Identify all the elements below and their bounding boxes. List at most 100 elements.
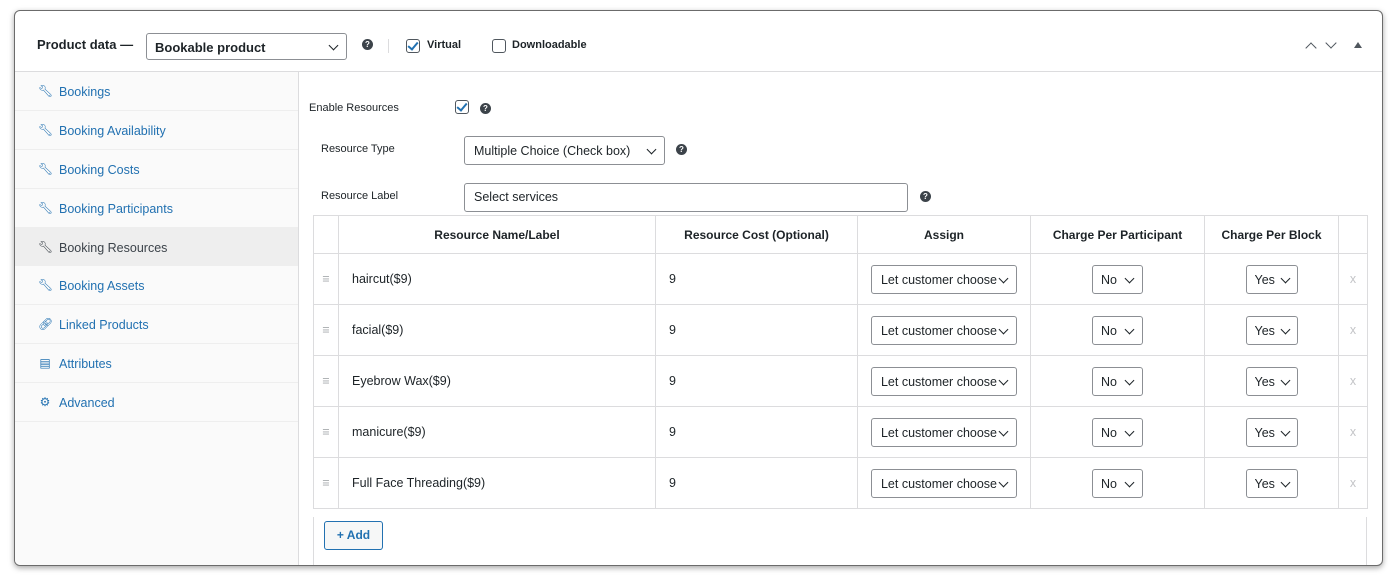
- chevron-down-icon: [998, 273, 1009, 283]
- assign-cell: Let customer choose: [857, 304, 1031, 356]
- assign-value: Let customer choose: [880, 425, 998, 440]
- tab-booking-assets[interactable]: 🔧︎ Booking Assets: [15, 266, 298, 306]
- tab-attributes[interactable]: ▤ Attributes: [15, 344, 298, 384]
- assign-select[interactable]: Let customer choose: [871, 315, 1017, 345]
- wrench-icon: 🔧︎: [38, 161, 54, 176]
- per-block-value: Yes: [1254, 374, 1275, 389]
- tab-advanced[interactable]: ⚙︎ Advanced: [15, 383, 298, 423]
- tab-bookings[interactable]: 🔧︎ Bookings: [15, 72, 298, 111]
- per-participant-cell: No: [1030, 457, 1205, 509]
- remove-row-button[interactable]: x: [1338, 406, 1368, 458]
- assign-cell: Let customer choose: [857, 457, 1031, 509]
- resources-table: Resource Name/Label Resource Cost (Optio…: [313, 215, 1368, 509]
- assign-select[interactable]: Let customer choose: [871, 264, 1017, 294]
- resource-type-select[interactable]: Multiple Choice (Check box): [464, 136, 665, 165]
- per-participant-value: No: [1101, 374, 1117, 389]
- resource-name[interactable]: manicure($9): [338, 406, 656, 458]
- downloadable-checkbox[interactable]: [492, 39, 506, 53]
- wrench-icon: 🔧︎: [38, 278, 54, 293]
- per-block-value: Yes: [1254, 476, 1275, 491]
- per-participant-select[interactable]: No: [1092, 366, 1143, 396]
- assign-select[interactable]: Let customer choose: [871, 366, 1017, 396]
- assign-select[interactable]: Let customer choose: [871, 468, 1017, 498]
- remove-row-button[interactable]: x: [1338, 253, 1368, 305]
- resource-cost[interactable]: 9: [655, 457, 858, 509]
- wrench-icon: 🔧︎: [38, 84, 54, 98]
- resource-cost[interactable]: 9: [655, 355, 858, 407]
- drag-handle-icon[interactable]: ≡: [313, 406, 339, 458]
- table-row: ≡ manicure($9) 9 Let customer choose No: [313, 406, 1368, 458]
- assign-value: Let customer choose: [880, 323, 998, 338]
- tab-booking-participants[interactable]: 🔧︎ Booking Participants: [15, 189, 298, 228]
- drag-handle-icon[interactable]: ≡: [313, 355, 339, 407]
- resource-name[interactable]: Full Face Threading($9): [338, 457, 656, 509]
- resource-label-input[interactable]: [474, 190, 872, 204]
- move-down-icon[interactable]: [1325, 37, 1337, 49]
- wrench-icon: 🔧︎: [38, 122, 54, 137]
- per-participant-value: No: [1101, 323, 1117, 338]
- virtual-label: Virtual: [427, 39, 462, 51]
- per-block-cell: Yes: [1204, 355, 1339, 407]
- tab-booking-resources[interactable]: 🔧︎ Booking Resources: [15, 227, 298, 267]
- product-type-select[interactable]: Bookable product: [146, 33, 347, 60]
- remove-row-button[interactable]: x: [1338, 457, 1368, 509]
- table-footer: [313, 517, 1367, 565]
- per-participant-select[interactable]: No: [1092, 468, 1143, 498]
- resource-label-field[interactable]: [464, 183, 908, 212]
- assign-cell: Let customer choose: [857, 253, 1031, 305]
- collapse-toggle-icon[interactable]: [1354, 42, 1362, 48]
- chevron-down-icon: [1124, 324, 1135, 334]
- resource-type-label: Resource Type: [321, 143, 395, 155]
- chevron-down-icon: [1124, 426, 1135, 436]
- tab-label: Attributes: [59, 357, 112, 372]
- table-header-row: Resource Name/Label Resource Cost (Optio…: [313, 215, 1368, 254]
- tab-booking-costs[interactable]: 🔧︎ Booking Costs: [15, 150, 298, 189]
- per-block-select[interactable]: Yes: [1245, 264, 1298, 294]
- per-block-value: Yes: [1254, 425, 1275, 440]
- remove-row-button[interactable]: x: [1338, 304, 1368, 356]
- per-block-select[interactable]: Yes: [1245, 468, 1298, 498]
- tab-label: Bookings: [59, 85, 111, 99]
- link-icon: 🔗︎: [38, 317, 54, 332]
- per-block-select[interactable]: Yes: [1245, 366, 1298, 396]
- tab-booking-availability[interactable]: 🔧︎ Booking Availability: [15, 111, 298, 150]
- per-participant-value: No: [1101, 425, 1117, 440]
- help-icon[interactable]: ?: [480, 103, 491, 114]
- per-participant-select[interactable]: No: [1092, 417, 1143, 447]
- column-header-assign: Assign: [857, 215, 1031, 254]
- enable-resources-checkbox[interactable]: [455, 100, 469, 114]
- remove-row-button[interactable]: x: [1338, 355, 1368, 407]
- add-resource-button[interactable]: + Add: [324, 521, 383, 550]
- resource-cost[interactable]: 9: [655, 406, 858, 458]
- help-icon[interactable]: ?: [362, 39, 373, 50]
- column-header-name: Resource Name/Label: [338, 215, 656, 254]
- downloadable-label: Downloadable: [512, 39, 587, 51]
- drag-handle-icon[interactable]: ≡: [313, 304, 339, 356]
- resource-cost[interactable]: 9: [655, 253, 858, 305]
- drag-handle-icon[interactable]: ≡: [313, 457, 339, 509]
- resource-label-label: Resource Label: [321, 190, 399, 202]
- virtual-checkbox[interactable]: [406, 39, 420, 53]
- tab-linked-products[interactable]: 🔗︎ Linked Products: [15, 305, 298, 345]
- chevron-down-icon: [1280, 426, 1290, 436]
- table-row: ≡ Full Face Threading($9) 9 Let customer…: [313, 457, 1368, 509]
- drag-handle-icon[interactable]: ≡: [313, 253, 339, 305]
- column-header-per-block: Charge Per Block: [1204, 215, 1339, 254]
- help-icon[interactable]: ?: [920, 191, 931, 202]
- resource-name[interactable]: facial($9): [338, 304, 656, 356]
- resource-cost[interactable]: 9: [655, 304, 858, 356]
- product-type-value: Bookable product: [155, 40, 266, 55]
- assign-cell: Let customer choose: [857, 355, 1031, 407]
- per-block-select[interactable]: Yes: [1245, 315, 1298, 345]
- resource-name[interactable]: haircut($9): [338, 253, 656, 305]
- help-icon[interactable]: ?: [676, 144, 687, 155]
- per-block-cell: Yes: [1204, 253, 1339, 305]
- chevron-down-icon: [998, 324, 1009, 334]
- per-block-select[interactable]: Yes: [1245, 417, 1298, 447]
- per-participant-select[interactable]: No: [1092, 264, 1143, 294]
- handle-header: [313, 215, 339, 254]
- resource-name[interactable]: Eyebrow Wax($9): [338, 355, 656, 407]
- assign-select[interactable]: Let customer choose: [871, 417, 1017, 447]
- move-up-icon[interactable]: [1305, 42, 1317, 54]
- per-participant-select[interactable]: No: [1092, 315, 1143, 345]
